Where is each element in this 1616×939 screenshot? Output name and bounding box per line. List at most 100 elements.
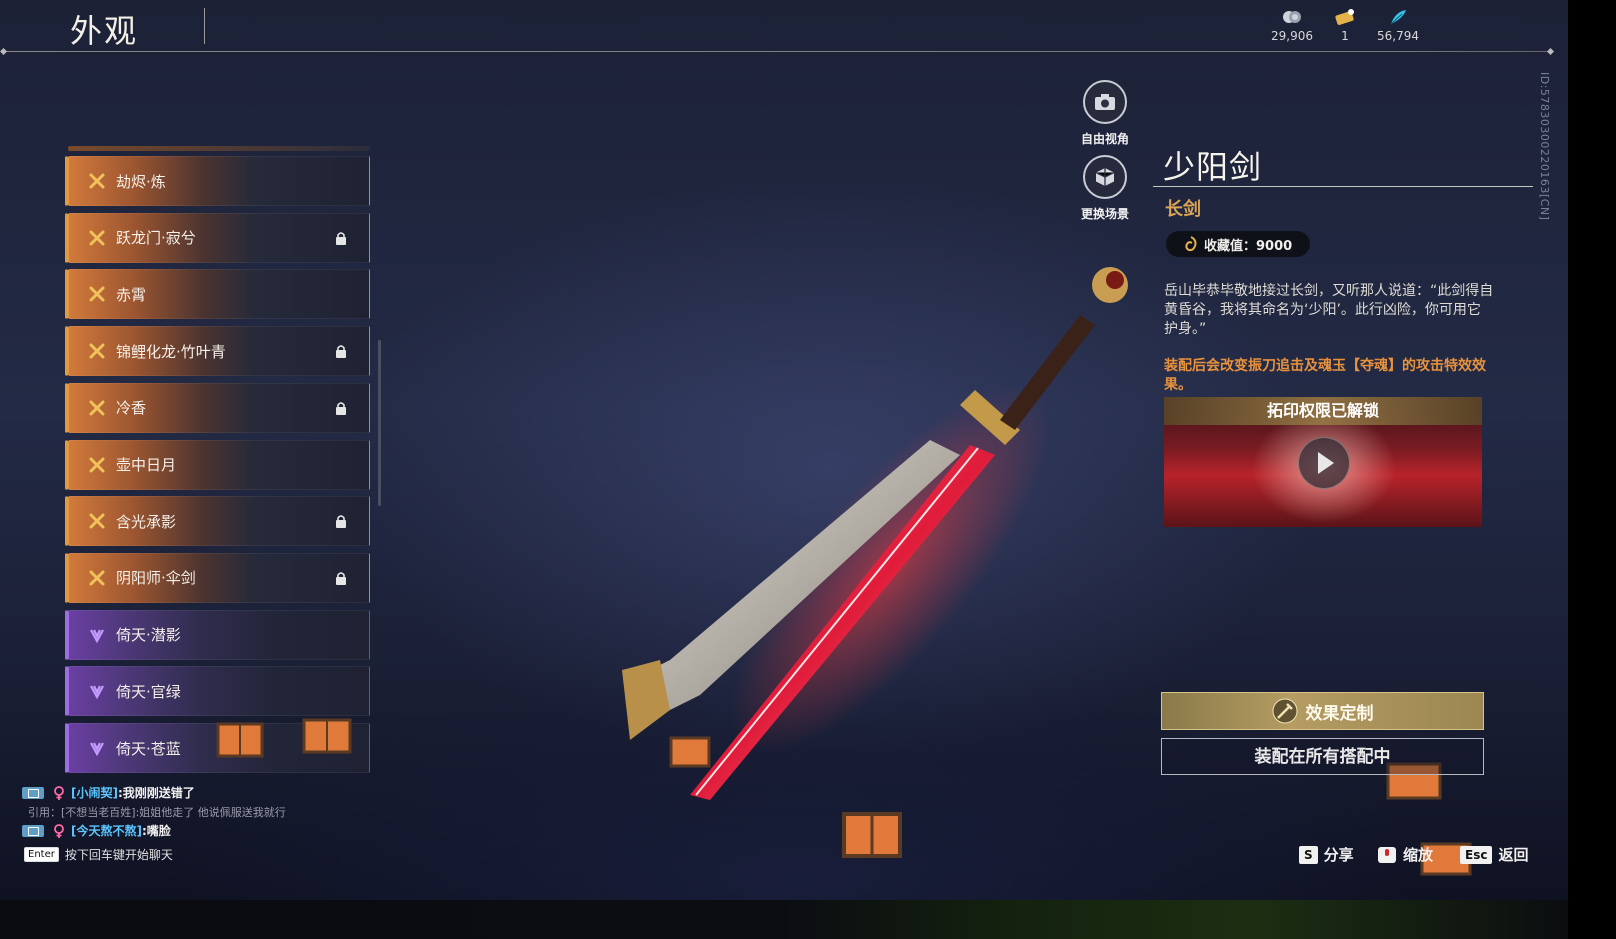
purple-rank-icon [90, 629, 104, 643]
skin-list-item[interactable]: 壶中日月 [65, 439, 370, 490]
chat-channel-icon [22, 786, 44, 799]
currency-value: 1 [1341, 29, 1349, 43]
purple-rank-icon [90, 742, 104, 756]
skin-name: 含光承影 [116, 512, 177, 531]
skin-name: 跃龙门·寂兮 [116, 229, 196, 248]
item-type: 长剑 [1165, 199, 1201, 220]
share-label: 分享 [1323, 846, 1354, 864]
lock-icon [336, 231, 346, 245]
play-icon[interactable] [1298, 437, 1350, 489]
chat-channel-icon [22, 824, 44, 837]
equip-all-button[interactable]: 装配在所有搭配中 [1161, 738, 1484, 775]
gold-rank-icon [89, 343, 105, 359]
chat-message: [今天熬不熬] :嘴脸 [22, 822, 171, 839]
cube-icon [1095, 168, 1115, 186]
lock-icon [336, 345, 346, 359]
header-line [4, 51, 1552, 52]
ticket-icon [1335, 9, 1354, 26]
skin-list-item[interactable]: 含光承影 [65, 496, 370, 547]
item-name: 少阳剑 [1163, 148, 1263, 186]
skin-list-item[interactable]: 冷香 [65, 382, 370, 433]
header-divider [204, 8, 205, 44]
preview-video[interactable]: 拓印权限已解锁 [1164, 397, 1482, 527]
line-end-dot [1546, 47, 1555, 56]
change-scene-label: 更换场景 [1080, 207, 1129, 221]
customize-effect-label: 效果定制 [1305, 703, 1374, 724]
list-scrollbar[interactable] [378, 340, 381, 506]
scene-background: 外观 29,906 1 56,794 ID:5783030022016​3[CN… [0, 0, 1568, 900]
chat-text: :嘴脸 [141, 824, 171, 838]
skin-name: 倚天·官绿 [116, 682, 181, 701]
right-black-bar [1568, 0, 1616, 939]
currency-ticket[interactable]: 1 [1315, 8, 1375, 43]
skin-name: 倚天·苍蓝 [116, 739, 181, 758]
chat-quote: 引用：[不想当老百姓]:姐姐他走了 他说佩服送我就行 [28, 804, 286, 820]
gold-rank-icon [89, 513, 105, 529]
customize-effect-button[interactable]: 效果定制 [1161, 692, 1484, 730]
female-icon [54, 823, 64, 838]
free-view-button[interactable]: 自由视角 [1065, 80, 1145, 147]
sword-effect-icon [1272, 698, 1297, 724]
skin-list-item[interactable]: 倚天·潜影 [65, 609, 370, 660]
skin-name: 锦鲤化龙·竹叶青 [116, 342, 226, 361]
share-key: S [1299, 845, 1318, 864]
chat-sender[interactable]: [小闹契] [71, 784, 118, 801]
share-hotkey[interactable]: S 分享 [1299, 844, 1354, 865]
skin-list-item[interactable]: 锦鲤化龙·竹叶青 [65, 326, 370, 377]
lantern [302, 718, 352, 754]
skin-name: 倚天·潜影 [116, 626, 181, 645]
skin-list-item[interactable]: 赤霄 [65, 269, 370, 320]
currency-value: 29,906 [1271, 29, 1313, 43]
item-description: 岳山毕恭毕敬地接过长剑，又听那人说道：“此剑得自黄昏谷，我将其命名为‘少阳’。此… [1164, 283, 1494, 337]
mouse-wheel-icon [1378, 846, 1396, 863]
lock-icon [336, 515, 346, 529]
esc-key: Esc [1460, 845, 1493, 864]
skin-name: 冷香 [116, 399, 147, 418]
skin-list-item[interactable]: 倚天·官绿 [65, 666, 370, 717]
chat-input-hint[interactable]: Enter 按下回车键开始聊天 [24, 846, 173, 863]
lantern [216, 722, 264, 758]
skin-list[interactable]: 劫烬·炼跃龙门·寂兮 赤霄锦鲤化龙·竹叶青 冷香壶中日月含光承影阴阳师·伞剑倚天·潜… [65, 150, 371, 773]
gold-rank-icon [89, 230, 105, 246]
zoom-hotkey[interactable]: 缩放 [1377, 844, 1433, 865]
video-title: 拓印权限已解锁 [1164, 397, 1482, 425]
page-title: 外观 [70, 12, 139, 50]
change-scene-button[interactable]: 更换场景 [1065, 155, 1145, 222]
name-divider [1153, 186, 1533, 187]
skin-list-item[interactable]: 劫烬·炼 [65, 156, 370, 206]
lock-icon [336, 572, 346, 585]
currency-feather[interactable]: 56,794 [1368, 8, 1428, 43]
chat-hint-text: 按下回车键开始聊天 [64, 848, 173, 862]
skin-list-item[interactable]: 跃龙门·寂兮 [65, 212, 370, 263]
chat-message: [小闹契] :我刚刚送错了 [22, 784, 195, 801]
feather-icon [1390, 10, 1406, 25]
female-icon [54, 785, 64, 800]
back-hotkey[interactable]: Esc 返回 [1460, 844, 1528, 865]
collect-value: 收藏值：9000 [1204, 238, 1293, 254]
free-view-label: 自由视角 [1080, 132, 1129, 146]
chat-sender[interactable]: [今天熬不熬] [71, 822, 142, 839]
line-end-dot [0, 47, 8, 56]
currency-value: 56,794 [1377, 29, 1419, 43]
bottom-scene-strip [0, 900, 1568, 939]
skin-list-item[interactable]: 阴阳师·伞剑 [65, 552, 370, 603]
chat-text: :我刚刚送错了 [117, 786, 195, 800]
gold-rank-icon [89, 400, 105, 416]
collection-icon [1185, 236, 1197, 252]
gold-rank-icon [89, 286, 105, 302]
currency-silver[interactable]: 29,906 [1262, 8, 1322, 43]
pommel-gem [1106, 271, 1124, 289]
item-effect: 装配后会改变振刀追击及魂玉【夺魂】的攻击特效效果。 [1164, 358, 1486, 393]
enter-key: Enter [24, 847, 59, 862]
gold-rank-icon [89, 570, 105, 586]
silver-coin-icon [1283, 11, 1301, 23]
zoom-label: 缩放 [1403, 846, 1434, 864]
lantern [842, 812, 902, 858]
gold-rank-icon [89, 173, 105, 189]
skin-name: 劫烬·炼 [116, 172, 166, 191]
camera-icon [1095, 94, 1115, 110]
chat-quote-text: 引用：[不想当老百姓]:姐姐他走了 他说佩服送我就行 [28, 806, 286, 819]
purple-rank-icon [90, 685, 104, 700]
skin-name: 赤霄 [116, 285, 147, 304]
back-label: 返回 [1498, 846, 1529, 864]
